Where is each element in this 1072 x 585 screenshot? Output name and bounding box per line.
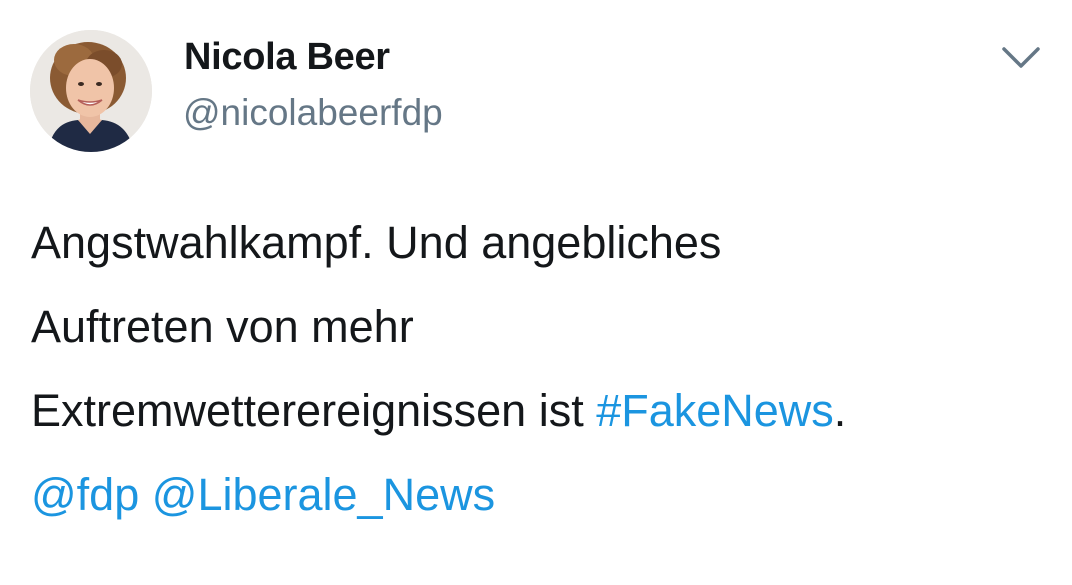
- author-handle[interactable]: @nicolabeerfdp: [183, 92, 443, 134]
- tweet-text-line-3: Extremwetterereignissen ist #FakeNews.: [31, 369, 1051, 453]
- tweet-text-line-1: Angstwahlkampf. Und angebliches: [31, 217, 722, 268]
- hashtag-fakenews-link[interactable]: #FakeNews: [596, 385, 834, 436]
- tweet-text-line-2: Auftreten von mehr: [31, 301, 414, 352]
- tweet-text-line-4: @fdp @Liberale_News: [31, 453, 1051, 537]
- mention-fdp-link[interactable]: @fdp: [31, 469, 139, 520]
- author-avatar[interactable]: [30, 30, 152, 152]
- tweet-card: Nicola Beer @nicolabeerfdp Angstwahlkamp…: [0, 0, 1072, 585]
- tweet-text-segment: Extremwetterereignissen ist: [31, 385, 597, 436]
- tweet-text-segment: .: [833, 385, 847, 436]
- author-display-name[interactable]: Nicola Beer: [184, 36, 390, 79]
- mention-liberale-news-link[interactable]: @Liberale_News: [152, 469, 495, 520]
- profile-photo-icon: [30, 30, 152, 152]
- tweet-body: Angstwahlkampf. Und angebliches Auftrete…: [31, 201, 1051, 537]
- chevron-down-icon[interactable]: [996, 40, 1046, 76]
